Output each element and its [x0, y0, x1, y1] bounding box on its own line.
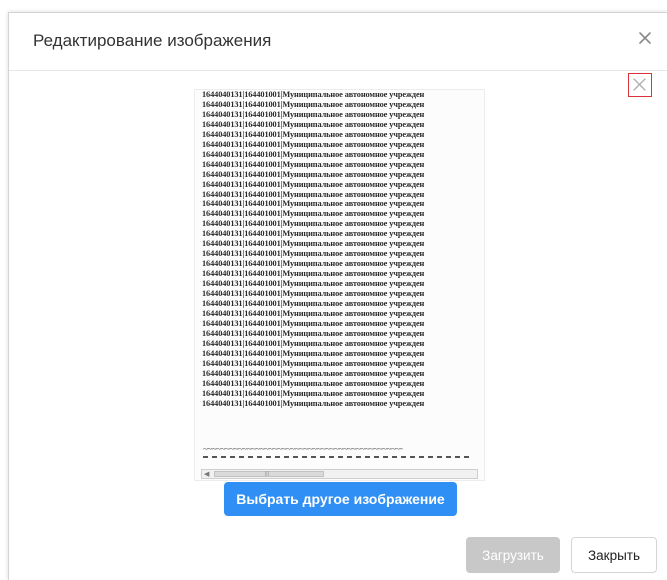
scanned-text-line: 1644040131|164401001|Муниципальное автон… — [202, 179, 425, 189]
close-icon — [633, 78, 646, 91]
scroll-thumb: ||| — [214, 471, 324, 477]
close-icon[interactable] — [634, 27, 656, 49]
scanned-text-line: 1644040131|164401001|Муниципальное автон… — [202, 269, 425, 279]
scanned-text-line: 1644040131|164401001|Муниципальное автон… — [202, 129, 425, 139]
edit-image-dialog: Редактирование изображения 1644040131|16… — [8, 12, 667, 580]
scanned-text-line: 1644040131|164401001|Муниципальное автон… — [202, 398, 425, 408]
scanned-text-line: 1644040131|164401001|Муниципальное автон… — [202, 358, 425, 368]
upload-button[interactable]: Загрузить — [466, 537, 560, 573]
scanned-text-line: 1644040131|164401001|Муниципальное автон… — [202, 249, 425, 259]
scanned-text-line: 1644040131|164401001|Муниципальное автон… — [202, 99, 425, 109]
scanned-text-line: 1644040131|164401001|Муниципальное автон… — [202, 159, 425, 169]
scanned-text-line: 1644040131|164401001|Муниципальное автон… — [202, 209, 425, 219]
dialog-header: Редактирование изображения — [9, 13, 667, 71]
scanned-text-line: 1644040131|164401001|Муниципальное автон… — [202, 259, 425, 269]
scanned-text-line: 1644040131|164401001|Муниципальное автон… — [202, 90, 425, 99]
scanned-text-line: 1644040131|164401001|Муниципальное автон… — [202, 169, 425, 179]
scroll-grip-icon: ||| — [265, 471, 269, 477]
scanned-text-line: 1644040131|164401001|Муниципальное автон… — [202, 299, 425, 309]
scanned-text-line: 1644040131|164401001|Муниципальное автон… — [202, 328, 425, 338]
scanned-text-line: 1644040131|164401001|Муниципальное автон… — [202, 378, 425, 388]
scanned-text-line: 1644040131|164401001|Муниципальное автон… — [202, 189, 425, 199]
scanned-text-line: 1644040131|164401001|Муниципальное автон… — [202, 318, 425, 328]
scanned-text-line: 1644040131|164401001|Муниципальное автон… — [202, 279, 425, 289]
close-button[interactable]: Закрыть — [571, 537, 657, 573]
scanned-text-line: 1644040131|164401001|Муниципальное автон… — [202, 388, 425, 398]
scanned-text-line: 1644040131|164401001|Муниципальное автон… — [202, 119, 425, 129]
scanned-text-line: 1644040131|164401001|Муниципальное автон… — [202, 368, 425, 378]
scanned-text-line: 1644040131|164401001|Муниципальное автон… — [202, 338, 425, 348]
scanned-text-line: 1644040131|164401001|Муниципальное автон… — [202, 199, 425, 209]
scanned-dash-line — [203, 456, 473, 458]
scanned-text-line: 1644040131|164401001|Муниципальное автон… — [202, 219, 425, 229]
scroll-left-arrow-icon: ◀ — [204, 471, 210, 478]
dialog-title: Редактирование изображения — [33, 31, 272, 50]
scanned-text-line: 1644040131|164401001|Муниципальное автон… — [202, 139, 425, 149]
scanned-text-line: 1644040131|164401001|Муниципальное автон… — [202, 229, 425, 239]
scanned-text-line: 1644040131|164401001|Муниципальное автон… — [202, 308, 425, 318]
image-preview: 1644040131|164401001|Муниципальное автон… — [194, 89, 485, 481]
preview-horizontal-scrollbar: ◀ ||| — [201, 469, 478, 479]
remove-image-button[interactable] — [628, 73, 652, 97]
scanned-text-line: 1644040131|164401001|Муниципальное автон… — [202, 109, 425, 119]
scanned-tilde-line: ~~~~~~~~~~~~~~~~~~~~~~~~~~~~~~~~~~~~~~~~… — [203, 444, 403, 454]
scanned-text-lines: 1644040131|164401001|Муниципальное автон… — [202, 90, 484, 409]
choose-other-image-button[interactable]: Выбрать другое изображение — [224, 482, 457, 516]
scanned-text-line: 1644040131|164401001|Муниципальное автон… — [202, 348, 425, 358]
scanned-text-line: 1644040131|164401001|Муниципальное автон… — [202, 239, 425, 249]
scanned-text-line: 1644040131|164401001|Муниципальное автон… — [202, 149, 425, 159]
dialog-body: 1644040131|164401001|Муниципальное автон… — [9, 71, 667, 518]
scanned-text-line: 1644040131|164401001|Муниципальное автон… — [202, 289, 425, 299]
